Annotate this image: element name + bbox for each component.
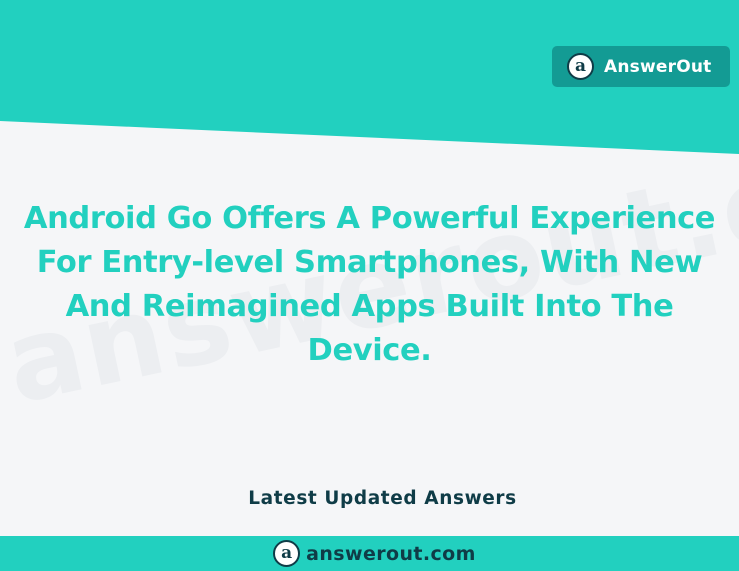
footer-domain: answerout.com bbox=[306, 542, 476, 565]
answerout-logo-icon: a bbox=[273, 540, 301, 567]
card: answerout.com a AnswerOut Android Go Off… bbox=[0, 0, 739, 571]
answerout-logo-icon: a bbox=[567, 53, 594, 80]
brand-name: AnswerOut bbox=[604, 56, 712, 77]
brand-badge[interactable]: a AnswerOut bbox=[552, 46, 730, 87]
latest-updated-answers-label: Latest Updated Answers bbox=[248, 488, 517, 509]
footer-bar: a answerout.com bbox=[0, 536, 739, 571]
footer-link[interactable]: a answerout.com bbox=[273, 540, 476, 567]
headline: Android Go Offers A Powerful Experience … bbox=[23, 201, 716, 368]
